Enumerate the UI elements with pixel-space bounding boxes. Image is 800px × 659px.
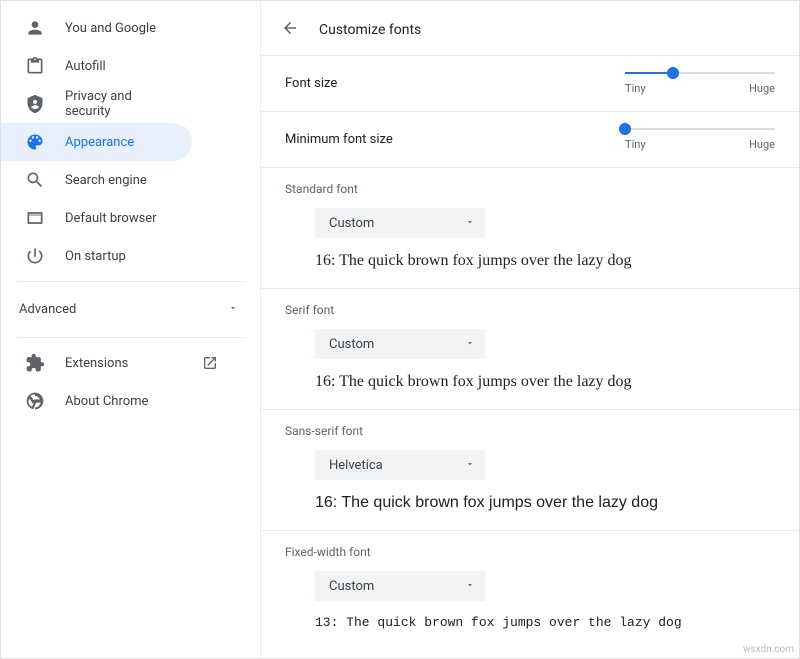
select-value: Custom: [329, 337, 374, 352]
sidebar-item-privacy[interactable]: Privacy and security: [1, 85, 192, 123]
select-value: Custom: [329, 579, 374, 594]
sidebar-item-label: Search engine: [65, 173, 174, 188]
sidebar-item-label: About Chrome: [65, 394, 174, 409]
serif-font-select[interactable]: Custom: [315, 329, 485, 359]
sidebar-item-you-and-google[interactable]: You and Google: [1, 9, 192, 47]
open-external-icon: [202, 355, 218, 371]
sans-font-select[interactable]: Helvetica: [315, 450, 485, 480]
sans-font-label: Sans-serif font: [285, 424, 775, 438]
standard-font-preview: 16: The quick brown fox jumps over the l…: [315, 252, 775, 270]
slider-min-label: Tiny: [625, 82, 646, 95]
sidebar-item-label: Default browser: [65, 211, 174, 226]
sans-font-preview: 16: The quick brown fox jumps over the l…: [315, 494, 775, 512]
serif-font-label: Serif font: [285, 303, 775, 317]
font-size-label: Font size: [285, 76, 337, 91]
clipboard-icon: [25, 56, 45, 76]
extension-icon: [25, 353, 45, 373]
fixed-font-preview: 13: The quick brown fox jumps over the l…: [315, 615, 775, 630]
divider: [17, 281, 244, 282]
fixed-font-label: Fixed-width font: [285, 545, 775, 559]
chevron-down-icon: [465, 458, 475, 473]
sidebar-item-extensions[interactable]: Extensions: [1, 344, 236, 382]
page-header: Customize fonts: [261, 1, 799, 55]
sidebar-item-label: Privacy and security: [65, 89, 174, 119]
sidebar-item-label: Appearance: [65, 135, 174, 150]
sidebar-item-default-browser[interactable]: Default browser: [1, 199, 192, 237]
browser-icon: [25, 208, 45, 228]
search-icon: [25, 170, 45, 190]
serif-font-preview: 16: The quick brown fox jumps over the l…: [315, 373, 775, 391]
slider-max-label: Huge: [749, 82, 775, 95]
advanced-toggle[interactable]: Advanced: [1, 288, 260, 331]
back-arrow-icon[interactable]: [281, 19, 299, 41]
sidebar-item-label: On startup: [65, 249, 174, 264]
sidebar-item-autofill[interactable]: Autofill: [1, 47, 192, 85]
fixed-font-select[interactable]: Custom: [315, 571, 485, 601]
min-font-size-label: Minimum font size: [285, 132, 393, 147]
sidebar-item-label: Autofill: [65, 59, 174, 74]
slider-max-label: Huge: [749, 138, 775, 151]
select-value: Helvetica: [329, 458, 383, 473]
page-title: Customize fonts: [319, 22, 421, 38]
advanced-label: Advanced: [19, 302, 76, 317]
sidebar-item-search-engine[interactable]: Search engine: [1, 161, 192, 199]
settings-sidebar: You and Google Autofill Privacy and secu…: [1, 1, 261, 658]
sidebar-item-label: Extensions: [65, 356, 182, 371]
shield-icon: [25, 94, 45, 114]
palette-icon: [25, 132, 45, 152]
sidebar-item-label: You and Google: [65, 21, 174, 36]
font-size-slider[interactable]: [625, 72, 775, 74]
sidebar-item-about-chrome[interactable]: About Chrome: [1, 382, 192, 420]
watermark: wsxdn.com: [743, 644, 794, 655]
settings-main: Customize fonts Font size Tiny Huge: [261, 1, 799, 658]
chrome-icon: [25, 391, 45, 411]
standard-font-select[interactable]: Custom: [315, 208, 485, 238]
standard-font-label: Standard font: [285, 182, 775, 196]
power-icon: [25, 246, 45, 266]
chevron-down-icon: [465, 579, 475, 594]
sidebar-item-on-startup[interactable]: On startup: [1, 237, 192, 275]
chevron-down-icon: [465, 216, 475, 231]
select-value: Custom: [329, 216, 374, 231]
chevron-down-icon: [465, 337, 475, 352]
min-font-size-slider[interactable]: [625, 128, 775, 130]
person-icon: [25, 18, 45, 38]
sidebar-item-appearance[interactable]: Appearance: [1, 123, 192, 161]
divider: [17, 337, 244, 338]
chevron-down-icon: [228, 302, 238, 317]
slider-min-label: Tiny: [625, 138, 646, 151]
